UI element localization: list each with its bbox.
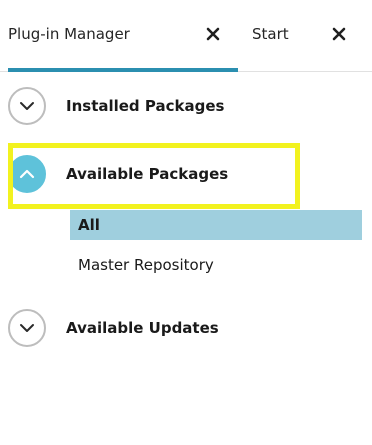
section-label: Available Packages <box>66 165 229 183</box>
active-tab-indicator <box>8 68 238 72</box>
plugin-manager-window: Plug-in Manager Start Installed Packages <box>0 0 372 445</box>
tab-label: Plug-in Manager <box>8 25 130 43</box>
section-installed-packages[interactable]: Installed Packages <box>8 84 368 128</box>
list-item-all[interactable]: All <box>70 210 362 240</box>
tab-plugin-manager[interactable]: Plug-in Manager <box>8 24 238 72</box>
section-label: Available Updates <box>66 319 219 337</box>
close-icon[interactable] <box>330 24 348 44</box>
section-available-packages[interactable]: Available Packages <box>8 152 368 196</box>
section-available-updates[interactable]: Available Updates <box>8 306 368 350</box>
section-label: Installed Packages <box>66 97 225 115</box>
chevron-down-icon[interactable] <box>8 309 46 347</box>
chevron-down-icon[interactable] <box>8 87 46 125</box>
list-item-master-repository[interactable]: Master Repository <box>70 250 362 280</box>
list-item-label: All <box>78 216 100 234</box>
list-item-label: Master Repository <box>78 256 214 274</box>
close-icon[interactable] <box>204 24 222 44</box>
chevron-up-icon[interactable] <box>8 155 46 193</box>
tab-start[interactable]: Start <box>252 24 367 72</box>
tab-bar: Plug-in Manager Start <box>0 0 372 72</box>
tab-label: Start <box>252 25 289 43</box>
